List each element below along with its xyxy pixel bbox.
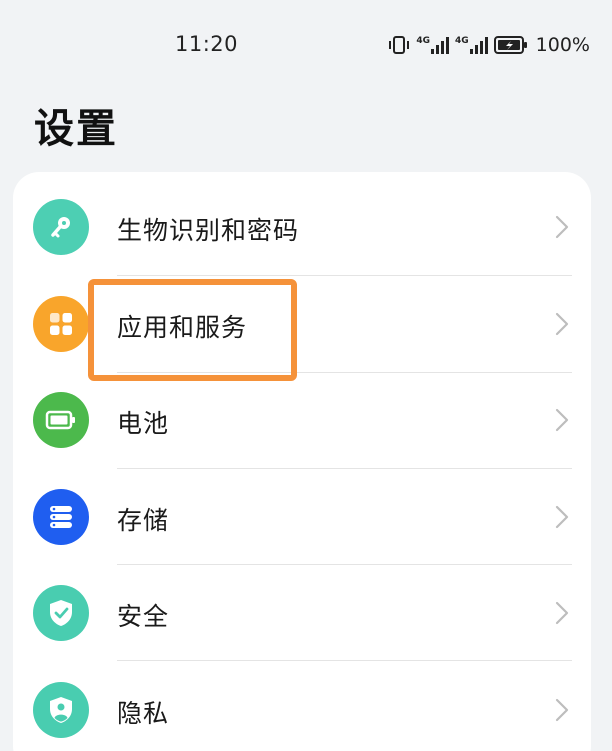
page-title: 设置	[34, 106, 118, 152]
status-time: 11:20	[175, 32, 239, 56]
settings-item-privacy[interactable]: 隐私	[13, 662, 591, 751]
key-icon	[33, 199, 89, 255]
status-bar: 11:20 4G 4G 100%	[0, 0, 612, 90]
signal-1: 4G	[416, 36, 450, 54]
apps-grid-icon	[33, 296, 89, 352]
settings-item-label: 生物识别和密码	[117, 216, 300, 245]
settings-item-label: 存储	[117, 506, 170, 535]
chevron-right-icon	[555, 698, 569, 722]
settings-item-label: 电池	[117, 409, 170, 438]
settings-item-battery[interactable]: 电池	[13, 372, 591, 468]
signal-icon	[469, 37, 488, 54]
battery-percent: 100%	[535, 34, 590, 56]
vibrate-icon	[389, 36, 410, 54]
divider	[117, 660, 572, 661]
status-icons: 4G 4G 100%	[388, 33, 590, 57]
settings-list: 生物识别和密码 应用和服务 电池 存储 安全 隐私	[13, 172, 591, 751]
chevron-right-icon	[555, 408, 569, 432]
chevron-right-icon	[555, 601, 569, 625]
network-type-1: 4G	[416, 36, 431, 46]
battery-icon	[33, 392, 89, 448]
signal-icon	[431, 37, 450, 54]
shield-check-icon	[33, 585, 89, 641]
chevron-right-icon	[555, 505, 569, 529]
signal-2: 4G	[455, 36, 488, 54]
chevron-right-icon	[555, 312, 569, 336]
settings-item-storage[interactable]: 存储	[13, 469, 591, 565]
battery-charging-icon	[493, 36, 527, 54]
settings-item-label: 安全	[117, 602, 170, 631]
settings-item-label: 隐私	[117, 699, 170, 728]
highlight-box	[88, 279, 297, 381]
storage-icon	[33, 489, 89, 545]
settings-item-biometrics-password[interactable]: 生物识别和密码	[13, 179, 591, 275]
settings-item-security[interactable]: 安全	[13, 565, 591, 661]
chevron-right-icon	[555, 215, 569, 239]
network-type-2: 4G	[455, 36, 469, 46]
privacy-icon	[33, 682, 89, 738]
